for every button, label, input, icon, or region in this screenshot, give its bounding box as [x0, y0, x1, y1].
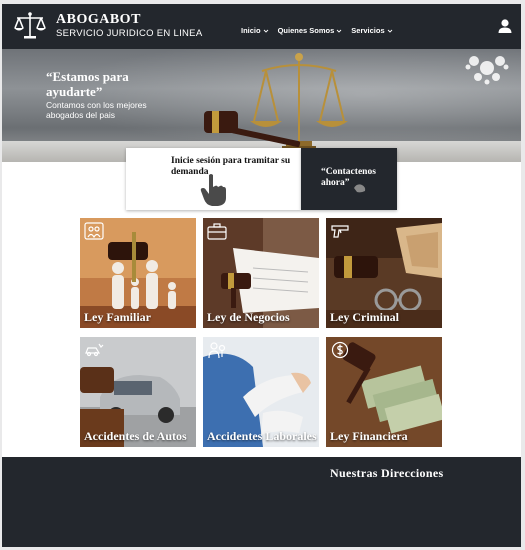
pointing-hand-icon — [200, 174, 226, 206]
hero-quote: “Estamos para ayudarte” — [46, 69, 129, 99]
chevron-down-icon — [387, 29, 392, 33]
worker-icon — [208, 342, 226, 359]
family-icon — [84, 222, 104, 240]
nav-item-servicios[interactable]: Servicios — [351, 26, 392, 35]
scales-logo-icon[interactable] — [12, 11, 48, 41]
nav-item-label: Servicios — [351, 26, 385, 35]
chevron-down-icon — [263, 29, 268, 33]
card-accidentes-laborales[interactable]: Accidentes Laborales — [203, 337, 319, 447]
card-accidentes-de-autos[interactable]: Accidentes de Autos — [80, 337, 196, 447]
hero-description: Contamos con los mejores abogados del pa… — [46, 100, 147, 120]
hero-banner: “Estamos para ayudarte” Contamos con los… — [2, 49, 521, 162]
card-title: Ley de Negocios — [207, 310, 290, 324]
top-navbar: ABOGABOT SERVICIO JURIDICO EN LINEA Inic… — [2, 4, 521, 49]
decorative-network-icon — [465, 56, 509, 85]
card-title: Accidentes de Autos — [84, 429, 187, 443]
nav-item-label: Inicio — [241, 26, 261, 35]
briefcase-icon — [207, 223, 227, 240]
nav-item-label: Quienes Somos — [277, 26, 335, 35]
main-nav: Inicio Quienes Somos Servicios — [241, 26, 402, 35]
card-ley-criminal[interactable]: Ley Criminal — [326, 218, 442, 328]
user-icon[interactable] — [497, 18, 513, 34]
brand-title[interactable]: ABOGABOT — [56, 12, 141, 28]
cursor-icon — [354, 184, 366, 193]
page-frame: ABOGABOT SERVICIO JURIDICO EN LINEA Inic… — [2, 4, 521, 547]
gun-icon — [331, 225, 349, 238]
nav-item-inicio[interactable]: Inicio — [241, 26, 269, 35]
card-ley-de-negocios[interactable]: Ley de Negocios — [203, 218, 319, 328]
card-ley-familiar[interactable]: Ley Familiar — [80, 218, 196, 328]
money-icon — [331, 341, 349, 359]
card-title: Ley Financiera — [330, 429, 408, 443]
brand-subtitle: SERVICIO JURIDICO EN LINEA — [56, 28, 203, 39]
car-crash-icon — [85, 343, 104, 357]
footer: Nuestras Direcciones — [2, 457, 521, 547]
card-title: Accidentes Laborales — [207, 429, 317, 443]
footer-title: Nuestras Direcciones — [330, 466, 444, 480]
chevron-down-icon — [336, 29, 342, 33]
card-title: Ley Criminal — [330, 310, 399, 324]
nav-item-quienes-somos[interactable]: Quienes Somos — [278, 26, 343, 35]
card-ley-financiera[interactable]: Ley Financiera — [326, 337, 442, 447]
login-cta-label: Inicie sesión para tramitar su demanda — [171, 156, 291, 177]
card-title: Ley Familiar — [84, 310, 151, 324]
contact-cta-button[interactable]: “Contactenos ahora” — [301, 148, 397, 210]
scales-gavel-image — [204, 53, 348, 158]
login-cta-button[interactable]: Inicie sesión para tramitar su demanda — [126, 148, 301, 210]
